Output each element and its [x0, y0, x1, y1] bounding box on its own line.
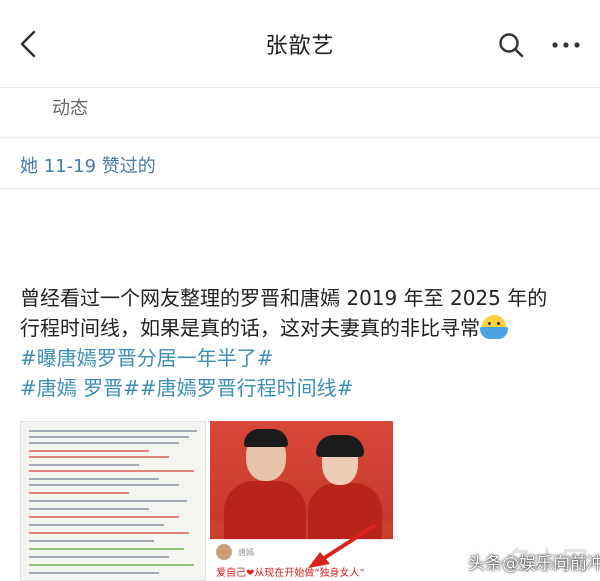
document-text-line [29, 436, 189, 438]
red-arrow-icon [308, 524, 376, 568]
document-text-line [29, 548, 184, 550]
document-text-line [29, 456, 169, 458]
more-button[interactable] [546, 28, 586, 62]
liked-date-label: 她 11-19 赞过的 [20, 156, 156, 177]
document-text-line [29, 464, 139, 466]
document-text-line [29, 500, 187, 502]
document-text-line [29, 572, 159, 574]
groom-hair [244, 429, 288, 447]
hashtag-row: #唐嫣 罗晋##唐嫣罗晋行程时间线# [20, 373, 586, 403]
document-text-line [29, 470, 194, 472]
document-text-line [29, 450, 149, 452]
timeline-document-image[interactable] [20, 421, 206, 581]
document-text-line [29, 484, 179, 486]
swimming-emoji-icon [480, 315, 508, 339]
post-text-line-2: 行程时间线，如果是真的话，这对夫妻真的非比寻常 [20, 316, 480, 340]
more-horizontal-icon [552, 42, 580, 48]
tab-dongtai[interactable]: 动态 [52, 94, 88, 120]
hashtag-link[interactable]: #唐嫣罗晋行程时间线# [140, 376, 354, 400]
tab-bar [0, 88, 600, 138]
document-text-line [29, 516, 179, 518]
document-text-line [29, 430, 197, 432]
post-text-line-2-wrap: 行程时间线，如果是真的话，这对夫妻真的非比寻常 [20, 313, 586, 343]
document-text-line [29, 532, 189, 534]
document-text-line [29, 442, 179, 444]
search-button[interactable] [494, 28, 528, 62]
caption-username: 唐嫣 [238, 548, 254, 557]
document-text-line [29, 556, 169, 558]
hashtag-link[interactable]: #曝唐嫣罗晋分居一年半了# [20, 343, 586, 373]
document-text-line [29, 492, 129, 494]
search-icon [499, 33, 524, 58]
document-text-line [29, 478, 159, 480]
document-text-line [29, 508, 149, 510]
groom-figure [224, 481, 306, 541]
document-text-line [29, 524, 164, 526]
document-text-line [29, 540, 154, 542]
avatar [216, 544, 232, 560]
watermark-text: 头条@娱乐向前冲 [468, 554, 600, 574]
post-body: 曾经看过一个网友整理的罗晋和唐嫣 2019 年至 2025 年的 行程时间线，如… [20, 283, 586, 403]
post-text-line-1: 曾经看过一个网友整理的罗晋和唐嫣 2019 年至 2025 年的 [20, 286, 548, 310]
bride-hair [316, 435, 364, 457]
document-text-line [29, 564, 194, 566]
hashtag-link[interactable]: #唐嫣 罗晋# [20, 376, 140, 400]
